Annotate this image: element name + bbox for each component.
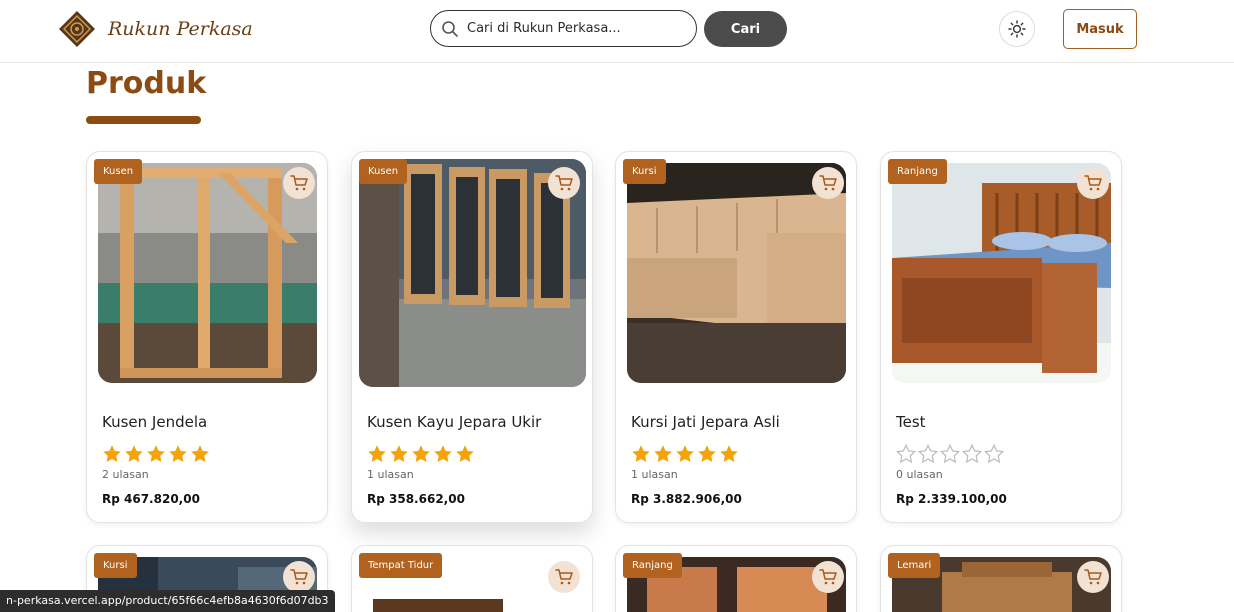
product-image[interactable] xyxy=(98,163,317,383)
title-underline xyxy=(86,116,201,124)
theme-toggle-button[interactable] xyxy=(999,11,1035,47)
category-badge: Lemari xyxy=(888,553,941,578)
star-filled-icon xyxy=(412,445,430,462)
search-icon xyxy=(442,20,458,37)
star-filled-icon xyxy=(434,445,452,462)
cart-icon xyxy=(555,175,573,191)
search-button[interactable]: Cari xyxy=(704,11,787,47)
cart-icon xyxy=(1084,569,1102,585)
star-filled-icon xyxy=(720,445,738,462)
star-filled-icon xyxy=(654,445,672,462)
star-empty-icon xyxy=(962,444,982,464)
rating-stars xyxy=(896,444,1004,464)
cart-icon xyxy=(819,569,837,585)
category-badge: Tempat Tidur xyxy=(359,553,443,578)
product-name[interactable]: Test xyxy=(896,413,926,431)
star-filled-icon xyxy=(632,445,650,462)
star-empty-icon xyxy=(896,444,916,464)
add-to-cart-button[interactable] xyxy=(283,561,315,593)
add-to-cart-button[interactable] xyxy=(548,167,580,199)
page-title: Produk xyxy=(86,66,207,101)
cart-icon xyxy=(819,175,837,191)
cart-icon xyxy=(555,569,573,585)
review-count: 1 ulasan xyxy=(631,468,678,481)
product-card[interactable]: Tempat Tidur xyxy=(351,545,593,612)
add-to-cart-button[interactable] xyxy=(812,167,844,199)
product-card[interactable]: Ranjang xyxy=(615,545,857,612)
product-price: Rp 2.339.100,00 xyxy=(896,492,1007,506)
product-price: Rp 3.882.906,00 xyxy=(631,492,742,506)
review-count: 2 ulasan xyxy=(102,468,149,481)
add-to-cart-button[interactable] xyxy=(283,167,315,199)
product-card[interactable]: Ranjang Test 0 ulasan Rp 2.339.100,00 xyxy=(880,151,1122,523)
cart-icon xyxy=(1084,175,1102,191)
sun-icon xyxy=(1008,20,1026,38)
product-card[interactable]: Lemari xyxy=(880,545,1122,612)
product-name[interactable]: Kusen Kayu Jepara Ukir xyxy=(367,413,541,431)
brand-logo[interactable] xyxy=(58,10,96,48)
star-filled-icon xyxy=(169,445,187,462)
add-to-cart-button[interactable] xyxy=(812,561,844,593)
star-empty-icon xyxy=(940,444,960,464)
star-filled-icon xyxy=(103,445,121,462)
star-empty-icon xyxy=(984,444,1004,464)
category-badge: Ranjang xyxy=(623,553,682,578)
status-url-bar: n-perkasa.vercel.app/product/65f66c4efb8… xyxy=(0,590,335,612)
search-input[interactable] xyxy=(467,21,687,36)
cart-icon xyxy=(290,175,308,191)
rating-stars xyxy=(367,444,475,464)
product-card[interactable]: Kusen Kusen Jendela 2 ulasan Rp 467.820,… xyxy=(86,151,328,523)
category-badge: Kursi xyxy=(94,553,137,578)
product-price: Rp 467.820,00 xyxy=(102,492,200,506)
star-filled-icon xyxy=(191,445,209,462)
top-navbar: Rukun Perkasa Cari Masuk xyxy=(0,0,1234,63)
product-card[interactable]: Kusen Kusen Kayu Jepara Ukir 1 ulasan Rp… xyxy=(351,151,593,523)
star-filled-icon xyxy=(698,445,716,462)
login-button[interactable]: Masuk xyxy=(1063,9,1137,49)
add-to-cart-button[interactable] xyxy=(548,561,580,593)
add-to-cart-button[interactable] xyxy=(1077,167,1109,199)
product-name[interactable]: Kursi Jati Jepara Asli xyxy=(631,413,780,431)
category-badge: Kusen xyxy=(359,159,408,184)
star-filled-icon xyxy=(147,445,165,462)
rating-stars xyxy=(102,444,210,464)
rating-stars xyxy=(631,444,739,464)
star-empty-icon xyxy=(918,444,938,464)
brand-name[interactable]: Rukun Perkasa xyxy=(108,18,253,40)
category-badge: Kusen xyxy=(94,159,143,184)
review-count: 1 ulasan xyxy=(367,468,414,481)
cart-icon xyxy=(290,569,308,585)
star-filled-icon xyxy=(390,445,408,462)
search-box[interactable] xyxy=(430,10,697,47)
star-filled-icon xyxy=(456,445,474,462)
product-image[interactable] xyxy=(892,163,1111,383)
add-to-cart-button[interactable] xyxy=(1077,561,1109,593)
star-filled-icon xyxy=(368,445,386,462)
category-badge: Kursi xyxy=(623,159,666,184)
star-filled-icon xyxy=(125,445,143,462)
product-price: Rp 358.662,00 xyxy=(367,492,465,506)
product-card[interactable]: Kursi Kursi Jati Jepara Asli 1 ulasan Rp… xyxy=(615,151,857,523)
product-image[interactable] xyxy=(627,163,846,383)
review-count: 0 ulasan xyxy=(896,468,943,481)
star-filled-icon xyxy=(676,445,694,462)
product-name[interactable]: Kusen Jendela xyxy=(102,413,207,431)
category-badge: Ranjang xyxy=(888,159,947,184)
